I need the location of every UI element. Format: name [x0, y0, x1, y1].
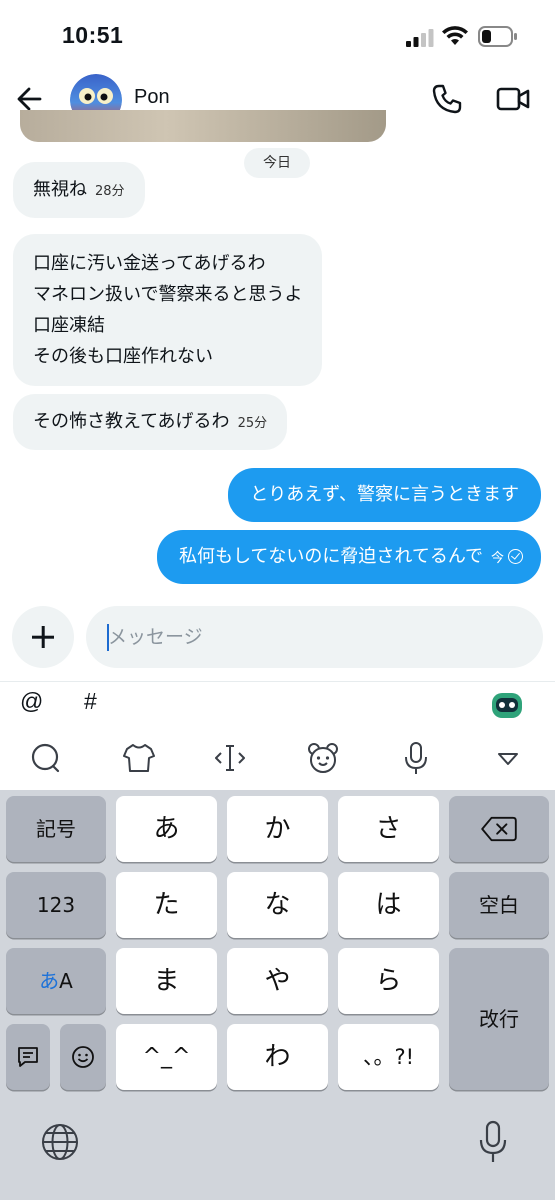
microphone-icon[interactable]: [398, 740, 434, 776]
key-a[interactable]: あ: [116, 796, 217, 862]
hashtag-symbol-button[interactable]: #: [84, 688, 97, 715]
message-text: 口座凍結: [33, 315, 105, 336]
add-attachment-button[interactable]: [12, 606, 74, 668]
globe-icon[interactable]: [40, 1122, 80, 1162]
wifi-icon: [442, 26, 468, 45]
key-ra[interactable]: ら: [338, 948, 439, 1014]
date-separator: 今日: [244, 148, 310, 178]
message-bubble-incoming[interactable]: 無視ね 28分: [13, 162, 145, 218]
sent-check-icon: [508, 548, 523, 564]
message-timestamp: 28分: [95, 184, 125, 199]
kana-keyboard: 記号 あ か さ 123 た な は 空白 あA ま や ら 改行 ^_^ わ …: [0, 790, 555, 1200]
battery-icon: [478, 26, 517, 47]
message-bubble-outgoing[interactable]: とりあえず、警察に言うときます: [228, 468, 541, 522]
previous-image-attachment[interactable]: [20, 110, 386, 142]
message-text: 口座に汚い金送ってあげるわ: [33, 253, 266, 274]
key-ka[interactable]: か: [227, 796, 328, 862]
message-text: その後も口座作れない: [33, 346, 213, 367]
message-text: マネロン扱いで警察来ると思うよ: [33, 284, 303, 305]
space-key[interactable]: 空白: [449, 872, 549, 938]
robot-emoji-icon[interactable]: [490, 690, 524, 720]
video-call-icon[interactable]: [496, 84, 530, 114]
status-bar: 10:51: [0, 0, 555, 70]
key-ya[interactable]: や: [227, 948, 328, 1014]
message-text: その怖さ教えてあげるわ: [33, 411, 230, 432]
key-na[interactable]: な: [227, 872, 328, 938]
text-cursor: [107, 624, 109, 651]
mention-symbol-button[interactable]: @: [20, 688, 43, 715]
message-timestamp: 25分: [237, 416, 268, 431]
keyboard-toolbar: [0, 740, 555, 782]
message-timestamp: 今: [490, 551, 504, 566]
key-ma[interactable]: ま: [116, 948, 217, 1014]
message-thread: 今日 無視ね 28分 口座に汚い金送ってあげるわ マネロン扱いで警察来ると思うよ …: [0, 110, 555, 600]
clipboard-key[interactable]: [6, 1024, 50, 1090]
message-text: 私何もしてないのに脅迫されてるんで: [178, 546, 483, 567]
status-time: 10:51: [62, 22, 124, 48]
bear-face-icon[interactable]: [305, 740, 341, 776]
delete-key[interactable]: [449, 796, 549, 862]
key-punctuation[interactable]: 、。?!: [338, 1024, 439, 1090]
key-numbers[interactable]: 123: [6, 872, 106, 938]
key-ha[interactable]: は: [338, 872, 439, 938]
mode-latin-label: A: [59, 969, 73, 993]
key-sa[interactable]: さ: [338, 796, 439, 862]
phone-call-icon[interactable]: [430, 82, 464, 116]
cursor-move-icon[interactable]: [212, 740, 248, 776]
message-bubble-incoming[interactable]: その怖さ教えてあげるわ 25分: [13, 394, 288, 450]
collapse-triangle-icon[interactable]: [490, 740, 526, 776]
message-text: 無視ね: [33, 179, 87, 200]
backspace-icon: [481, 816, 517, 842]
message-square-icon: [18, 1047, 38, 1067]
return-key[interactable]: 改行: [449, 948, 549, 1090]
smiley-icon: [72, 1046, 94, 1068]
emoji-key[interactable]: [60, 1024, 106, 1090]
contact-name[interactable]: Pon: [134, 86, 170, 109]
cellular-signal-icon: [406, 29, 434, 47]
key-ta[interactable]: た: [116, 872, 217, 938]
message-input[interactable]: [86, 606, 543, 668]
search-bubble-icon[interactable]: [28, 740, 64, 776]
key-wa[interactable]: わ: [227, 1024, 328, 1090]
input-mode-key[interactable]: あA: [6, 948, 106, 1014]
message-bubble-outgoing[interactable]: 私何もしてないのに脅迫されてるんで今: [156, 530, 541, 584]
shirt-icon[interactable]: [121, 740, 157, 776]
message-bubble-incoming[interactable]: 口座に汚い金送ってあげるわ マネロン扱いで警察来ると思うよ 口座凍結 その後も口…: [13, 234, 323, 386]
message-text: とりあえず、警察に言うときます: [250, 484, 519, 505]
key-kaomoji[interactable]: ^_^: [116, 1024, 217, 1090]
key-symbols[interactable]: 記号: [6, 796, 106, 862]
mode-kana-label: あ: [39, 969, 60, 993]
dictation-microphone-icon[interactable]: [478, 1120, 508, 1164]
